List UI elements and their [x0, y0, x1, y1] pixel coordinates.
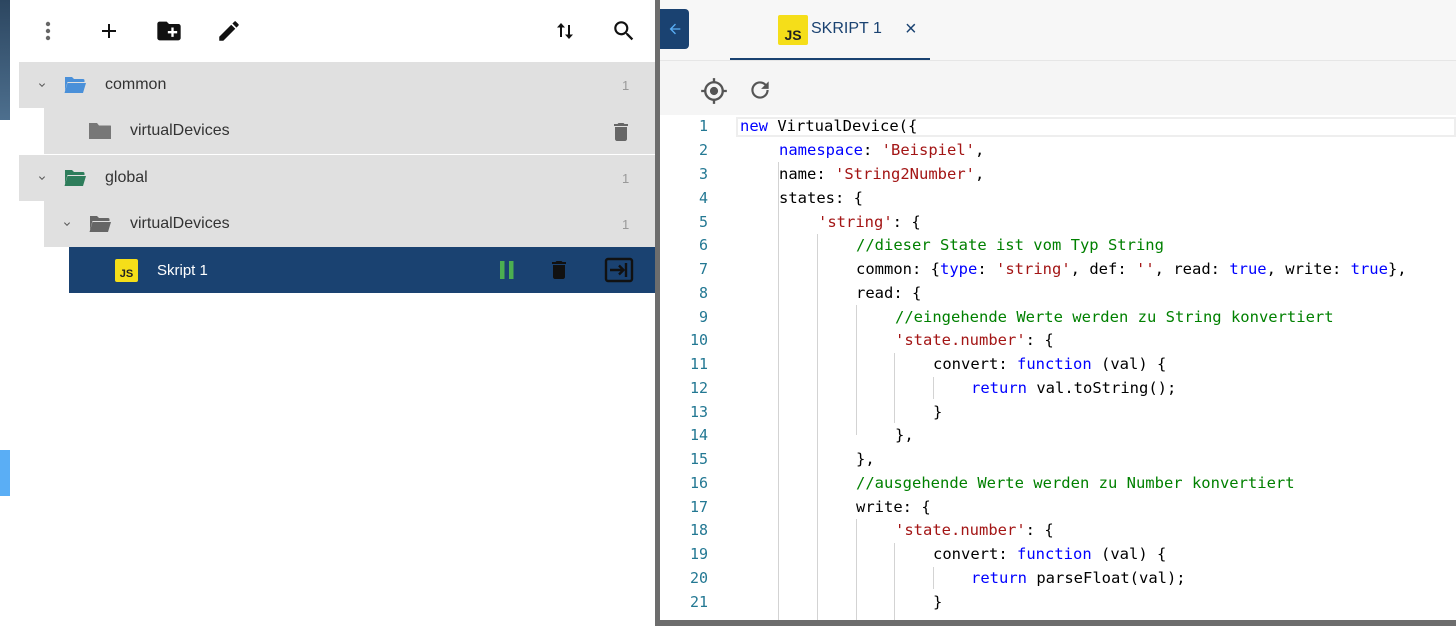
background-blue-mark: [0, 450, 10, 496]
code-line-12: return val.toString();: [971, 379, 1177, 397]
line-number: 20: [689, 569, 708, 587]
line-number: 13: [689, 403, 708, 421]
line-number: 18: [689, 521, 708, 539]
js-badge-icon: JS: [115, 259, 138, 282]
refresh-icon[interactable]: [747, 77, 773, 108]
line-number: 12: [689, 379, 708, 397]
collapse-tree-button[interactable]: [660, 9, 689, 49]
folder-icon: [88, 122, 112, 145]
tree-item-label: global: [105, 169, 148, 186]
search-icon: [614, 21, 634, 41]
line-number: 15: [689, 450, 708, 468]
sort-button[interactable]: [549, 15, 581, 47]
tab-skript-1[interactable]: JS SKRIPT 1 ×: [730, 0, 930, 60]
line-number: 6: [698, 236, 708, 254]
line-number: 10: [689, 331, 708, 349]
line-number: 1: [698, 117, 708, 135]
folder-open-icon: [63, 75, 87, 100]
add-script-button[interactable]: [93, 15, 125, 47]
more-vert-icon: [45, 21, 51, 41]
plus-icon: [102, 24, 116, 38]
js-badge-icon: JS: [778, 15, 808, 45]
background-stripe: [0, 0, 10, 626]
item-count: 1: [622, 216, 630, 232]
item-count: 1: [622, 170, 630, 186]
editor-bottom-border: [660, 620, 1456, 626]
code-line-3: name: 'String2Number',: [779, 165, 985, 183]
tree-item-virtualdevices-global[interactable]: virtualDevices 1: [44, 201, 655, 247]
chevron-down-icon[interactable]: [34, 77, 50, 93]
line-number: 14: [689, 426, 708, 444]
script-tree-panel: common 1 virtualDevices global 1 virtual…: [19, 0, 655, 626]
code-line-8: read: {: [856, 284, 922, 302]
chevron-down-icon[interactable]: [34, 170, 50, 186]
add-folder-button[interactable]: [153, 15, 185, 47]
tab-close-icon[interactable]: ×: [905, 18, 917, 41]
line-number: 5: [698, 213, 708, 231]
tree-item-skript-1[interactable]: JS Skript 1: [69, 247, 655, 293]
item-count: 1: [622, 77, 630, 93]
delete-icon[interactable]: [547, 257, 571, 288]
line-number: 11: [689, 355, 708, 373]
folder-open-icon: [88, 214, 112, 239]
folder-add-icon: [157, 21, 181, 41]
code-line-1: new VirtualDevice({: [740, 117, 918, 135]
code-line-7: common: {type: 'string', def: '', read: …: [856, 260, 1407, 278]
code-line-13: }: [933, 403, 943, 421]
tree-toolbar: [19, 0, 655, 62]
delete-icon[interactable]: [609, 119, 633, 150]
code-line-16: //ausgehende Werte werden zu Number konv…: [856, 474, 1295, 492]
code-line-2: namespace: 'Beispiel',: [779, 141, 985, 159]
code-line-5: 'string': {: [818, 213, 921, 231]
arrow-left-icon: [669, 23, 680, 35]
tree-item-virtualdevices-common[interactable]: virtualDevices: [44, 108, 655, 154]
line-number: 3: [698, 165, 708, 183]
code-line-11: convert: function (val) {: [933, 355, 1167, 373]
code-line-20: return parseFloat(val);: [971, 569, 1186, 587]
tree-item-global[interactable]: global 1: [19, 155, 655, 201]
folder-open-icon: [63, 168, 87, 193]
background-image-strip: [0, 0, 10, 120]
editor-panel: JS SKRIPT 1 × 1 2 3 4 5 6 7 8 9 10 11 12 13 14 15 16 17 1…: [660, 0, 1456, 626]
line-number: 9: [698, 308, 708, 326]
locate-icon[interactable]: [700, 77, 728, 110]
tree-item-common[interactable]: common 1: [19, 62, 655, 108]
pause-icon[interactable]: [497, 260, 517, 285]
code-line-4: states: {: [779, 189, 863, 207]
tab-label: SKRIPT 1: [811, 20, 882, 37]
tree-item-label: virtualDevices: [130, 122, 230, 139]
code-line-18: 'state.number': {: [895, 521, 1054, 539]
chevron-down-icon[interactable]: [59, 216, 75, 232]
line-number: 21: [689, 593, 708, 611]
line-number: 4: [698, 189, 708, 207]
editor-toolbar: [660, 61, 1456, 115]
tree-item-label: common: [105, 76, 167, 93]
code-line-19: convert: function (val) {: [933, 545, 1167, 563]
code-line-15: },: [856, 450, 875, 468]
search-button[interactable]: [608, 15, 640, 47]
pencil-icon: [219, 21, 239, 41]
tab-bar: JS SKRIPT 1 ×: [660, 0, 1456, 61]
tree-item-label: virtualDevices: [130, 215, 230, 232]
code-editor[interactable]: 1 2 3 4 5 6 7 8 9 10 11 12 13 14 15 16 17 18 19 20 21 new Vi…: [660, 115, 1456, 620]
line-number: 19: [689, 545, 708, 563]
code-line-6: //dieser State ist vom Typ String: [856, 236, 1164, 254]
line-number: 7: [698, 260, 708, 278]
edit-button[interactable]: [213, 15, 245, 47]
code-line-9: //eingehende Werte werden zu String konv…: [895, 308, 1334, 326]
line-number: 16: [689, 474, 708, 492]
export-icon[interactable]: [604, 257, 634, 288]
tree-item-label: Skript 1: [157, 261, 208, 279]
sort-arrows-icon: [557, 23, 573, 39]
line-number: 8: [698, 284, 708, 302]
code-line-10: 'state.number': {: [895, 331, 1054, 349]
code-line-17: write: {: [856, 498, 931, 516]
code-line-21: }: [933, 593, 943, 611]
more-menu-button[interactable]: [32, 15, 64, 47]
code-line-14: },: [895, 426, 914, 444]
line-number: 17: [689, 498, 708, 516]
line-number: 2: [698, 141, 708, 159]
